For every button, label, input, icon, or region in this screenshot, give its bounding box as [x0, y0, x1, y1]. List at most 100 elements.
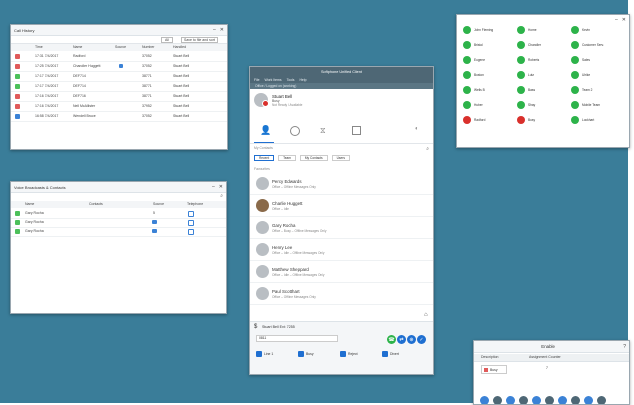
speed-dial-item[interactable]: Radford — [463, 115, 485, 125]
cell-name: Gary Rocha — [25, 211, 44, 215]
window-title: Voice Broadcasts & Contacts — [14, 184, 66, 190]
minimize-icon[interactable]: – — [615, 17, 618, 23]
filter-all-button[interactable]: All — [161, 37, 173, 43]
voicemail-tab-icon[interactable]: ⧖ — [320, 126, 326, 136]
contact-item[interactable]: Percy Edwards Office – Offline Messages O… — [250, 173, 433, 195]
transfer-icon[interactable]: ⇄ — [397, 335, 406, 344]
column-header: Handled — [173, 45, 187, 49]
toolbar-icon[interactable] — [571, 396, 580, 404]
table-row[interactable]: 17:16 7/4/2017 Nell McAllister 37952 Stuart… — [11, 102, 227, 112]
toolbar-icon[interactable] — [558, 396, 567, 404]
table-row[interactable]: 17:17 7/4/2017 DEF714 38771 Stuart Bell — [11, 72, 227, 82]
menu-item[interactable]: Tools — [287, 78, 295, 82]
toolbar-icon[interactable] — [519, 396, 528, 404]
filter-2[interactable]: My Contacts — [299, 155, 328, 161]
toolbar-icon[interactable] — [493, 396, 502, 404]
quick-button-1[interactable]: Busy — [298, 351, 314, 357]
speed-dial-item[interactable]: Bass — [517, 85, 535, 95]
phone-icon — [571, 116, 579, 124]
toolbar-icon[interactable] — [506, 396, 515, 404]
minimize-icon[interactable]: – — [212, 184, 215, 190]
speed-dial-item[interactable]: Bristol — [463, 40, 483, 50]
conference-icon[interactable]: ⊕ — [407, 335, 416, 344]
speed-dial-item[interactable]: Lockhart — [571, 115, 594, 125]
enable-window[interactable]: Enable? Description Assignment Counter B… — [473, 340, 630, 405]
close-icon[interactable]: ✕ — [219, 184, 223, 190]
search-icon[interactable]: ⌕ — [426, 146, 429, 152]
minimize-icon[interactable]: – — [213, 27, 216, 33]
filter-3[interactable]: Users — [331, 155, 350, 161]
speed-dial-item[interactable]: Wells B — [463, 85, 485, 95]
softphone-window[interactable]: Softphone Unified Client File Work Items T… — [249, 66, 434, 375]
avatar[interactable] — [254, 93, 269, 107]
toolbar-icon[interactable] — [584, 396, 593, 404]
table-row[interactable]: 17:31 7/4/2017 Radford 37052 Stuart Bell — [11, 52, 227, 62]
contact-item[interactable]: Gary Rocha Office – Busy – Offline Messag… — [250, 217, 433, 239]
phone-icon — [517, 26, 525, 34]
call-history-window[interactable]: Call History – ✕ All Save to file and sort… — [10, 24, 228, 150]
toolbar-icon[interactable] — [480, 396, 489, 404]
speed-dial-item[interactable]: Mobile Team — [571, 100, 600, 110]
close-icon[interactable]: ✕ — [220, 27, 224, 33]
close-icon[interactable]: ✕ — [622, 17, 626, 23]
search-icon[interactable]: ⌕ — [220, 193, 223, 199]
speed-dial-window[interactable]: – ✕ John Fleming Bristol Eugene Boston Wells … — [456, 14, 630, 148]
speed-dial-item[interactable]: Roberts — [517, 55, 539, 65]
contact-item[interactable]: Matthew Sheppard Office – Idle – Offline … — [250, 261, 433, 283]
save-sort-button[interactable]: Save to file and sort — [181, 37, 218, 43]
quick-button-0[interactable]: Line 1 — [256, 351, 273, 357]
speed-dial-item[interactable]: Lutz — [517, 70, 534, 80]
speed-dial-item[interactable]: Sales — [571, 55, 590, 65]
speed-dial-item[interactable]: Team 2 — [571, 85, 592, 95]
speed-dial-item[interactable]: Ulrike — [571, 70, 590, 80]
more-icon[interactable]: ◐ — [415, 126, 419, 132]
dial-input[interactable]: 0811 — [256, 335, 338, 342]
table-row[interactable]: 16:58 7/4/2017 Wendell Bruce 37052 Stuart B… — [11, 112, 227, 122]
speed-dial-item[interactable]: Shay — [517, 100, 535, 110]
speed-dial-item[interactable]: Home — [517, 25, 537, 35]
avatar — [256, 221, 269, 234]
toolbar-icon[interactable] — [532, 396, 541, 404]
contact-item[interactable]: Henry Lee Office – Idle – Offline Message… — [250, 239, 433, 261]
contact-item[interactable]: Paul Scotthart Office – Offline Messages … — [250, 283, 433, 305]
user-substatus[interactable]: Not Ready / Available — [272, 103, 302, 107]
toolbar-icon[interactable] — [597, 396, 606, 404]
speed-dial-item[interactable]: Customer Serv. — [571, 40, 604, 50]
check-icon[interactable]: ✓ — [417, 335, 426, 344]
call-type-icon — [15, 54, 20, 59]
phone-icon — [463, 56, 471, 64]
contacts-tab-icon[interactable]: 👤 — [260, 125, 271, 136]
table-row[interactable]: 17:16 7/4/2017 DEF716 38771 Stuart Bell — [11, 92, 227, 102]
speed-dial-item[interactable]: Eugene — [463, 55, 485, 65]
table-row[interactable]: 17:25 7/4/2017 Chandler Huggett 37052 Stuar… — [11, 62, 227, 72]
speed-dial-item[interactable]: Huber — [463, 100, 483, 110]
speed-dial-item[interactable]: John Fleming — [463, 25, 493, 35]
menu-item[interactable]: Help — [299, 78, 306, 82]
speed-dial-item[interactable]: Boston — [463, 70, 484, 80]
history-tab-icon[interactable] — [290, 126, 300, 136]
speed-dial-label: Eugene — [474, 58, 485, 62]
lock-icon[interactable]: ⌂ — [424, 312, 430, 318]
enable-row-select[interactable]: Busy — [481, 365, 507, 374]
toolbar-icon[interactable] — [545, 396, 554, 404]
help-icon[interactable]: ? — [623, 344, 626, 350]
menu-item[interactable]: File — [254, 78, 259, 82]
avatar — [256, 177, 269, 190]
filter-0[interactable]: Recent — [254, 155, 275, 161]
calendar-tab-icon[interactable] — [352, 126, 361, 135]
speed-dial-item[interactable]: Busy — [517, 115, 535, 125]
table-row[interactable]: 17:17 7/4/2017 DEF714 38771 Stuart Bell — [11, 82, 227, 92]
call-type-icon — [15, 104, 20, 109]
phone-icon — [571, 41, 579, 49]
filter-1[interactable]: Team — [278, 155, 296, 161]
contact-name: Charlie Huggett — [272, 201, 303, 206]
quick-button-3[interactable]: Divert — [382, 351, 399, 357]
contact-item[interactable]: Charlie Huggett Office – Idle — [250, 195, 433, 217]
broadcasts-window[interactable]: Voice Broadcasts & Contacts – ✕ ⌕ Name Cont… — [10, 181, 227, 314]
quick-button-2[interactable]: Reject — [340, 351, 358, 357]
table-row[interactable]: Gary Rocha — [11, 227, 226, 237]
speed-dial-item[interactable]: Kevin — [571, 25, 590, 35]
menu-item[interactable]: Work Items — [264, 78, 281, 82]
speed-dial-item[interactable]: Chandler — [517, 40, 541, 50]
call-button[interactable]: ☎ — [387, 335, 396, 344]
